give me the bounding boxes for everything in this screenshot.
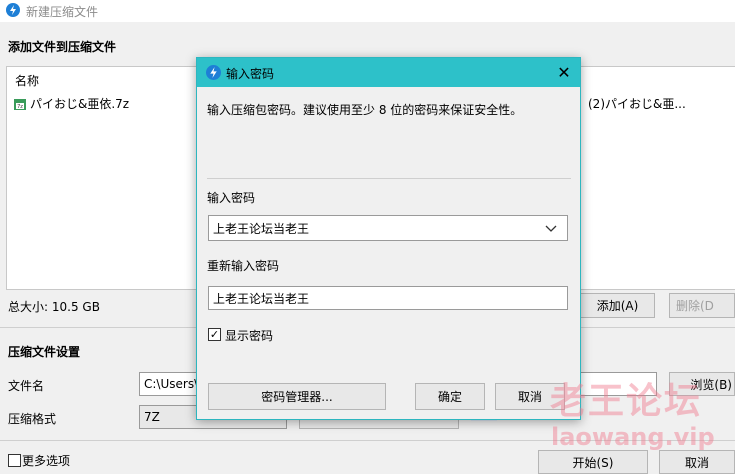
- reenter-password-label: 重新输入密码: [207, 259, 280, 273]
- format-label: 压缩格式: [8, 412, 57, 426]
- dialog-title: 输入密码: [226, 67, 275, 81]
- show-password-label[interactable]: 显示密码: [225, 327, 273, 344]
- show-password-checkbox[interactable]: ✓: [208, 328, 221, 341]
- watermark-url: laowang.vip: [551, 423, 715, 451]
- dialog-divider: [207, 178, 571, 179]
- more-options-checkbox[interactable]: [8, 454, 21, 467]
- password-label: 输入密码: [207, 191, 256, 205]
- app-logo-icon: [206, 65, 221, 80]
- dialog-description: 输入压缩包密码。建议使用至少 8 位的密码来保证安全性。: [207, 103, 523, 117]
- file-name: パイおじ&亜依.7z: [30, 97, 130, 111]
- archive-file-icon: 7z: [14, 98, 26, 110]
- window-titlebar: [0, 0, 735, 22]
- window-title: 新建压缩文件: [26, 5, 99, 19]
- total-size: 总大小: 10.5 GB: [8, 300, 100, 314]
- file-path: (2)パイおじ&亜...: [588, 97, 686, 111]
- chevron-down-icon[interactable]: [541, 218, 561, 238]
- filename-label: 文件名: [8, 379, 45, 393]
- settings-section-title: 压缩文件设置: [8, 345, 81, 359]
- add-files-section-title: 添加文件到压缩文件: [8, 40, 117, 54]
- add-button[interactable]: 添加(A): [580, 293, 655, 318]
- column-header-name[interactable]: 名称: [15, 72, 39, 89]
- reenter-password-input[interactable]: 上老王论坛当老王: [208, 286, 568, 310]
- list-item[interactable]: 7z パイおじ&亜依.7z: [13, 95, 129, 112]
- close-icon[interactable]: ✕: [554, 62, 574, 82]
- app-logo-icon: [6, 3, 20, 17]
- password-dialog: 输入密码 ✕ 输入压缩包密码。建议使用至少 8 位的密码来保证安全性。 输入密码…: [196, 57, 581, 420]
- password-manager-button[interactable]: 密码管理器...: [208, 383, 386, 410]
- ok-button[interactable]: 确定: [415, 383, 485, 410]
- password-input[interactable]: 上老王论坛当老王: [208, 215, 568, 241]
- watermark-text: 老王论坛: [550, 381, 703, 422]
- delete-button[interactable]: 删除(D: [669, 293, 735, 318]
- main-cancel-button[interactable]: 取消: [659, 450, 735, 474]
- start-button[interactable]: 开始(S): [538, 450, 648, 474]
- more-options-label: 更多选项: [22, 454, 71, 468]
- svg-text:7z: 7z: [17, 104, 23, 110]
